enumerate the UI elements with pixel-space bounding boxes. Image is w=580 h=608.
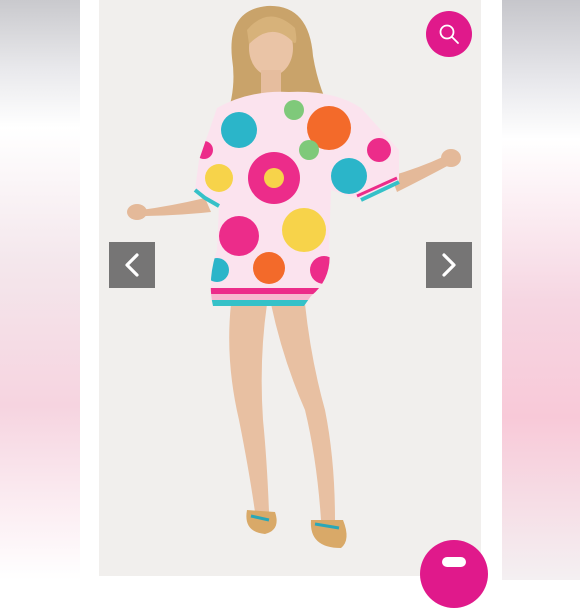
next-image-button[interactable] — [426, 242, 472, 288]
chevron-right-icon — [442, 253, 456, 277]
previous-image-button[interactable] — [109, 242, 155, 288]
blurred-background-left — [0, 0, 80, 580]
blurred-background-right — [502, 0, 580, 580]
search-icon — [439, 24, 459, 44]
zoom-search-button[interactable] — [426, 11, 472, 57]
product-photo — [99, 0, 481, 576]
chat-button[interactable] — [420, 540, 488, 608]
chevron-left-icon — [125, 253, 139, 277]
chat-bubble-icon — [442, 557, 466, 567]
model-illustration — [127, 5, 461, 548]
